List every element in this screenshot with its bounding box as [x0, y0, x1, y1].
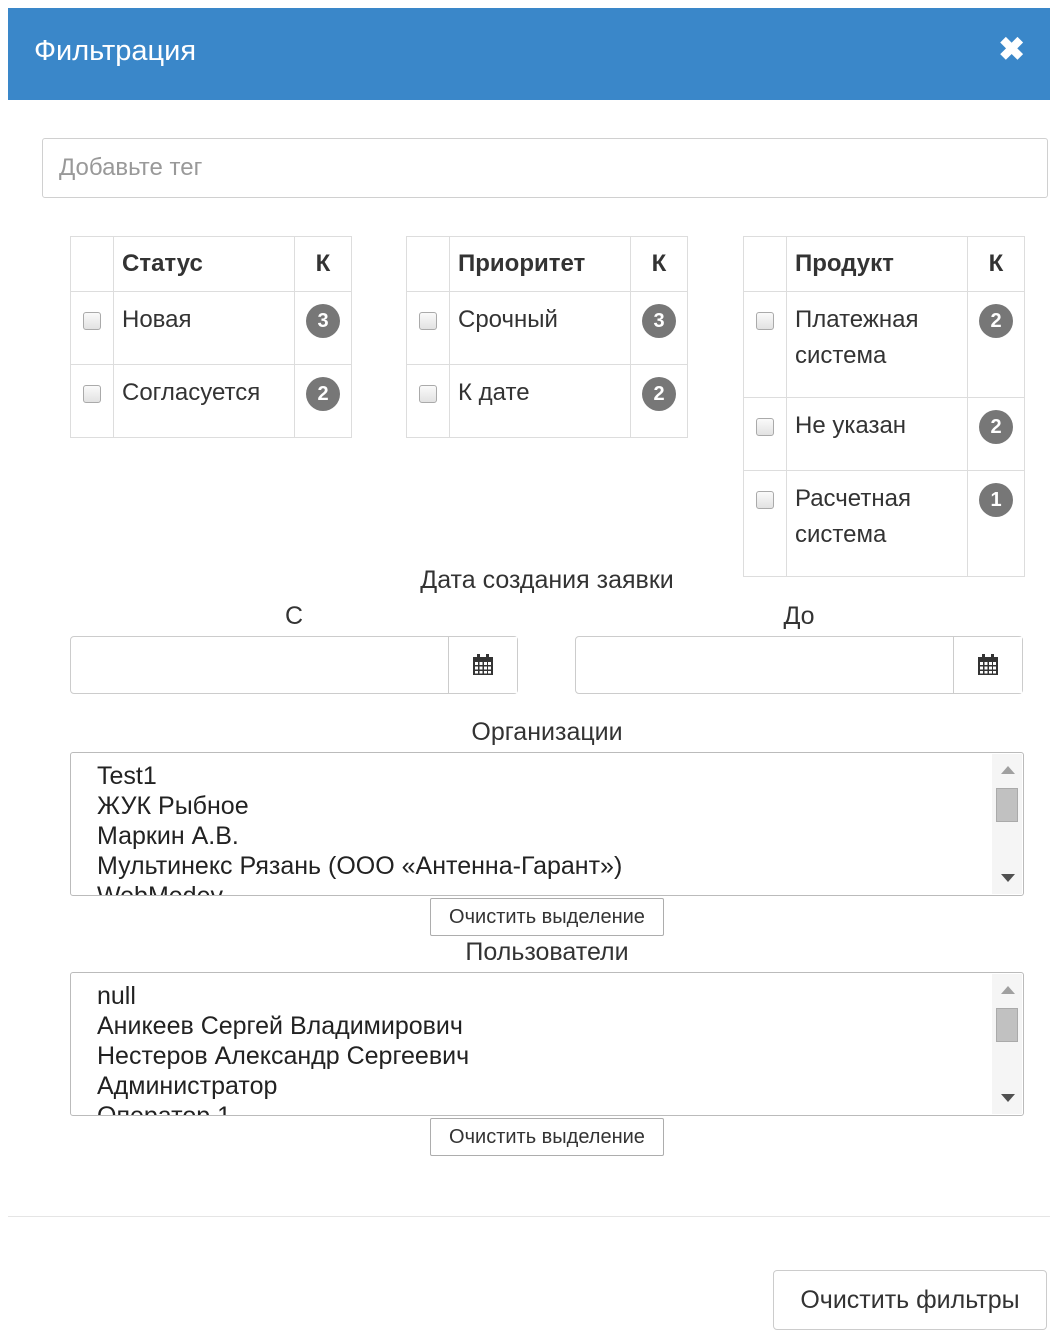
- list-item[interactable]: null: [97, 981, 469, 1011]
- footer-divider: [8, 1216, 1050, 1217]
- scroll-down-icon[interactable]: [1001, 874, 1015, 882]
- scrollbar[interactable]: [992, 754, 1022, 894]
- scrollbar-thumb[interactable]: [996, 1008, 1018, 1042]
- count-badge: 2: [642, 377, 676, 411]
- date-from-picker: [70, 636, 518, 694]
- scrollbar[interactable]: [992, 974, 1022, 1114]
- scrollbar-thumb[interactable]: [996, 788, 1018, 822]
- list-item[interactable]: Маркин А.В.: [97, 821, 622, 851]
- list-item[interactable]: Оператор 1: [97, 1101, 469, 1115]
- count-column-header: К: [294, 236, 352, 292]
- tag-input[interactable]: [42, 138, 1048, 198]
- modal-header: Фильтрация ✖: [8, 8, 1050, 100]
- organizations-clear-selection-button[interactable]: Очистить выделение: [430, 898, 664, 936]
- count-badge: 2: [979, 410, 1013, 444]
- table-row: Срочный 3: [406, 291, 688, 365]
- product-checkbox[interactable]: [756, 418, 774, 436]
- users-clear-selection-button[interactable]: Очистить выделение: [430, 1118, 664, 1156]
- date-to-picker: [575, 636, 1023, 694]
- organizations-label: Организации: [471, 718, 623, 746]
- count-badge: 3: [306, 304, 340, 338]
- priority-label: К дате: [449, 364, 631, 438]
- product-label: Расчетная система: [786, 470, 968, 577]
- checkbox-header: [70, 236, 114, 292]
- scroll-up-icon[interactable]: [1001, 986, 1015, 994]
- status-label: Согласуется: [113, 364, 295, 438]
- count-badge: 2: [306, 377, 340, 411]
- users-listbox[interactable]: null Аникеев Сергей Владимирович Нестеро…: [70, 972, 1024, 1116]
- date-section-title: Дата создания заявки: [420, 566, 674, 594]
- count-column-header: К: [967, 236, 1025, 292]
- status-label: Новая: [113, 291, 295, 365]
- date-to-label: До: [783, 602, 815, 630]
- users-label: Пользователи: [465, 938, 629, 966]
- date-from-label: С: [284, 602, 304, 630]
- count-badge: 3: [642, 304, 676, 338]
- close-icon[interactable]: ✖: [998, 30, 1025, 68]
- clear-filters-button[interactable]: Очистить фильтры: [773, 1270, 1047, 1330]
- table-row: Новая 3: [70, 291, 352, 365]
- organizations-listbox[interactable]: Test1 ЖУК Рыбное Маркин А.В. Мультинекс …: [70, 752, 1024, 896]
- checkbox-header: [743, 236, 787, 292]
- list-item[interactable]: Нестеров Александр Сергеевич: [97, 1041, 469, 1071]
- priority-filter-table: Приоритет К Срочный 3 К дате 2: [406, 236, 688, 438]
- checkbox-header: [406, 236, 450, 292]
- table-row: Платежная система 2: [743, 291, 1025, 398]
- status-checkbox[interactable]: [83, 312, 101, 330]
- date-from-input[interactable]: [71, 637, 448, 693]
- table-row: Расчетная система 1: [743, 470, 1025, 577]
- calendar-icon[interactable]: [953, 637, 1022, 693]
- status-checkbox[interactable]: [83, 385, 101, 403]
- product-column-header: Продукт: [786, 236, 968, 292]
- list-item[interactable]: Test1: [97, 761, 622, 791]
- product-label: Не указан: [786, 397, 968, 471]
- calendar-icon[interactable]: [448, 637, 517, 693]
- list-item[interactable]: Администратор: [97, 1071, 469, 1101]
- count-badge: 1: [979, 483, 1013, 517]
- priority-checkbox[interactable]: [419, 312, 437, 330]
- count-badge: 2: [979, 304, 1013, 338]
- table-row: Согласуется 2: [70, 364, 352, 438]
- scroll-up-icon[interactable]: [1001, 766, 1015, 774]
- priority-column-header: Приоритет: [449, 236, 631, 292]
- table-row: Не указан 2: [743, 397, 1025, 471]
- list-item[interactable]: Аникеев Сергей Владимирович: [97, 1011, 469, 1041]
- product-checkbox[interactable]: [756, 312, 774, 330]
- list-item[interactable]: ЖУК Рыбное: [97, 791, 622, 821]
- priority-checkbox[interactable]: [419, 385, 437, 403]
- product-label: Платежная система: [786, 291, 968, 398]
- table-row: К дате 2: [406, 364, 688, 438]
- date-to-input[interactable]: [576, 637, 953, 693]
- product-checkbox[interactable]: [756, 491, 774, 509]
- list-item[interactable]: WebMedev: [97, 881, 622, 895]
- priority-label: Срочный: [449, 291, 631, 365]
- product-filter-table: Продукт К Платежная система 2 Не указан …: [743, 236, 1025, 577]
- scroll-down-icon[interactable]: [1001, 1094, 1015, 1102]
- modal-title: Фильтрация: [34, 35, 197, 67]
- list-item[interactable]: Мультинекс Рязань (ООО «Антенна-Гарант»): [97, 851, 622, 881]
- status-column-header: Статус: [113, 236, 295, 292]
- status-filter-table: Статус К Новая 3 Согласуется 2: [70, 236, 352, 438]
- count-column-header: К: [630, 236, 688, 292]
